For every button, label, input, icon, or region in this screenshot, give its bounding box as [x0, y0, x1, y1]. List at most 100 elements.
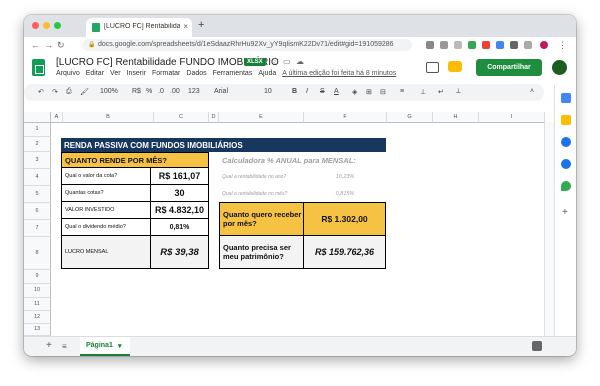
value-cota[interactable]: R$ 161,07 — [151, 168, 209, 185]
row-header[interactable]: 2 — [24, 137, 51, 152]
currency-format-button[interactable]: R$ — [132, 88, 141, 95]
column-header[interactable]: E — [219, 112, 304, 123]
merge-cells-icon[interactable]: ⊟ — [380, 88, 386, 96]
column-header[interactable]: A — [51, 112, 63, 123]
row-header[interactable]: 7 — [24, 220, 51, 237]
label-quantas-cotas[interactable]: Quantas cotas? — [61, 185, 151, 202]
share-page-icon[interactable] — [440, 41, 448, 49]
label-patrimonio[interactable]: Quanto precisa ser meu patrimônio? — [219, 236, 304, 269]
meet-icon[interactable] — [448, 61, 462, 72]
left-header[interactable]: QUANTO RENDE POR MÊS? — [61, 152, 209, 168]
maximize-window-icon[interactable] — [54, 22, 61, 29]
tab-close-icon[interactable]: × — [183, 22, 188, 31]
sheet-tab-pagina1[interactable]: Página1 ▾ — [80, 337, 130, 356]
banner-title[interactable]: RENDA PASSIVA COM FUNDOS IMOBILIÁRIOS — [61, 138, 386, 152]
paint-format-icon[interactable]: 🖌 — [80, 88, 89, 96]
row-header[interactable]: 12 — [24, 311, 51, 324]
row-header[interactable]: 1 — [24, 123, 51, 137]
column-header[interactable]: C — [154, 112, 209, 123]
puzzle-icon[interactable] — [510, 41, 518, 49]
vertical-align-icon[interactable]: ⊥ — [420, 88, 426, 96]
text-rotation-icon[interactable]: ⟂ — [456, 88, 461, 96]
move-folder-icon[interactable]: ▭ — [283, 57, 291, 66]
menu-inserir[interactable]: Inserir — [127, 70, 146, 77]
account-avatar[interactable] — [552, 60, 567, 75]
add-addon-icon[interactable]: + — [562, 207, 568, 218]
reload-icon[interactable]: ↻ — [57, 40, 65, 51]
select-all-corner[interactable] — [24, 112, 51, 123]
browser-menu-icon[interactable]: ⋮ — [558, 40, 567, 51]
row-header[interactable]: 4 — [24, 169, 51, 186]
value-dividendo[interactable]: 0,81% — [151, 219, 209, 236]
row-header[interactable]: 9 — [24, 270, 51, 284]
column-header[interactable]: I — [479, 112, 545, 123]
contacts-icon[interactable] — [561, 159, 571, 169]
value-quero-receber[interactable]: R$ 1.302,00 — [304, 202, 386, 236]
undo-icon[interactable]: ↶ — [38, 88, 44, 96]
increase-decimal-button[interactable]: .00 — [170, 88, 180, 95]
tasks-icon[interactable] — [561, 137, 571, 147]
sheet-tab-dropdown-icon[interactable]: ▾ — [118, 342, 122, 350]
comments-icon[interactable] — [426, 62, 439, 73]
text-color-button[interactable]: A — [334, 88, 339, 95]
zoom-select[interactable]: 100% — [100, 88, 118, 95]
value-lucro-mensal[interactable]: R$ 39,38 — [151, 236, 209, 269]
star-icon[interactable]: ☆ — [270, 57, 277, 66]
right-header[interactable]: Calculadora % ANUAL para MENSAL: — [219, 152, 386, 168]
percent-format-button[interactable]: % — [146, 88, 152, 95]
close-window-icon[interactable] — [32, 22, 39, 29]
forward-icon[interactable]: → — [44, 40, 53, 50]
row-header[interactable]: 8 — [24, 237, 51, 270]
sheets-logo-icon[interactable] — [32, 59, 45, 76]
menu-arquivo[interactable]: Arquivo — [56, 70, 80, 77]
borders-icon[interactable]: ⊞ — [366, 88, 372, 96]
row-header[interactable]: 3 — [24, 152, 51, 169]
bookmark-star-icon[interactable] — [454, 41, 462, 49]
column-header[interactable]: F — [304, 112, 387, 123]
keep-icon[interactable] — [561, 115, 571, 125]
menu-formatar[interactable]: Formatar — [152, 70, 180, 77]
maps-icon[interactable] — [561, 181, 571, 191]
back-icon[interactable]: ← — [31, 40, 40, 50]
value-patrimonio[interactable]: R$ 159.762,36 — [304, 236, 386, 269]
fill-color-icon[interactable]: ◈ — [352, 88, 357, 96]
explore-icon[interactable] — [532, 341, 542, 351]
extension-icon[interactable] — [524, 41, 532, 49]
font-family-select[interactable]: Arial — [214, 88, 228, 95]
new-tab-button[interactable]: + — [198, 19, 204, 31]
minimize-window-icon[interactable] — [43, 22, 50, 29]
extension-icon[interactable] — [496, 41, 504, 49]
column-header[interactable]: G — [387, 112, 433, 123]
label-quero-receber[interactable]: Quanto quero receber por mês? — [219, 202, 304, 236]
add-sheet-button[interactable]: + — [46, 340, 52, 351]
profile-avatar-icon[interactable] — [540, 41, 548, 49]
text-wrap-icon[interactable]: ↵ — [438, 88, 444, 96]
extension-icon[interactable] — [482, 41, 490, 49]
horizontal-align-icon[interactable]: ≡ — [400, 88, 404, 95]
strikethrough-button[interactable]: S — [320, 88, 325, 95]
menu-ver[interactable]: Ver — [110, 70, 121, 77]
collapse-toolbar-icon[interactable]: ˄ — [530, 88, 534, 95]
label-lucro-mensal[interactable]: LUCRO MENSAL — [61, 236, 151, 269]
print-icon[interactable]: ⎙ — [66, 88, 72, 96]
column-header[interactable]: B — [63, 112, 154, 123]
value-quantas-cotas[interactable]: 30 — [151, 185, 209, 202]
label-valor-investido[interactable]: VALOR INVESTIDO — [61, 202, 151, 219]
menu-dados[interactable]: Dados — [186, 70, 206, 77]
bold-button[interactable]: B — [292, 88, 297, 95]
cloud-icon[interactable]: ☁ — [296, 57, 304, 66]
menu-ajuda[interactable]: Ajuda — [258, 70, 276, 77]
font-size-select[interactable]: 10 — [264, 88, 272, 95]
share-button[interactable]: Compartilhar — [476, 59, 542, 76]
calendar-icon[interactable] — [561, 93, 571, 103]
row-header[interactable]: 11 — [24, 298, 51, 311]
value-valor-investido[interactable]: R$ 4.832,10 — [151, 202, 209, 219]
label-cota[interactable]: Qual o valor da cota? — [61, 168, 151, 185]
value-rentabilidade-ano[interactable]: 10,23% — [304, 168, 386, 185]
decrease-decimal-button[interactable]: .0 — [158, 88, 164, 95]
extension-icon[interactable] — [468, 41, 476, 49]
column-header[interactable]: H — [433, 112, 479, 123]
all-sheets-icon[interactable]: ≡ — [62, 342, 67, 351]
row-header[interactable]: 10 — [24, 284, 51, 298]
label-dividendo[interactable]: Qual o dividendo médio? — [61, 219, 151, 236]
